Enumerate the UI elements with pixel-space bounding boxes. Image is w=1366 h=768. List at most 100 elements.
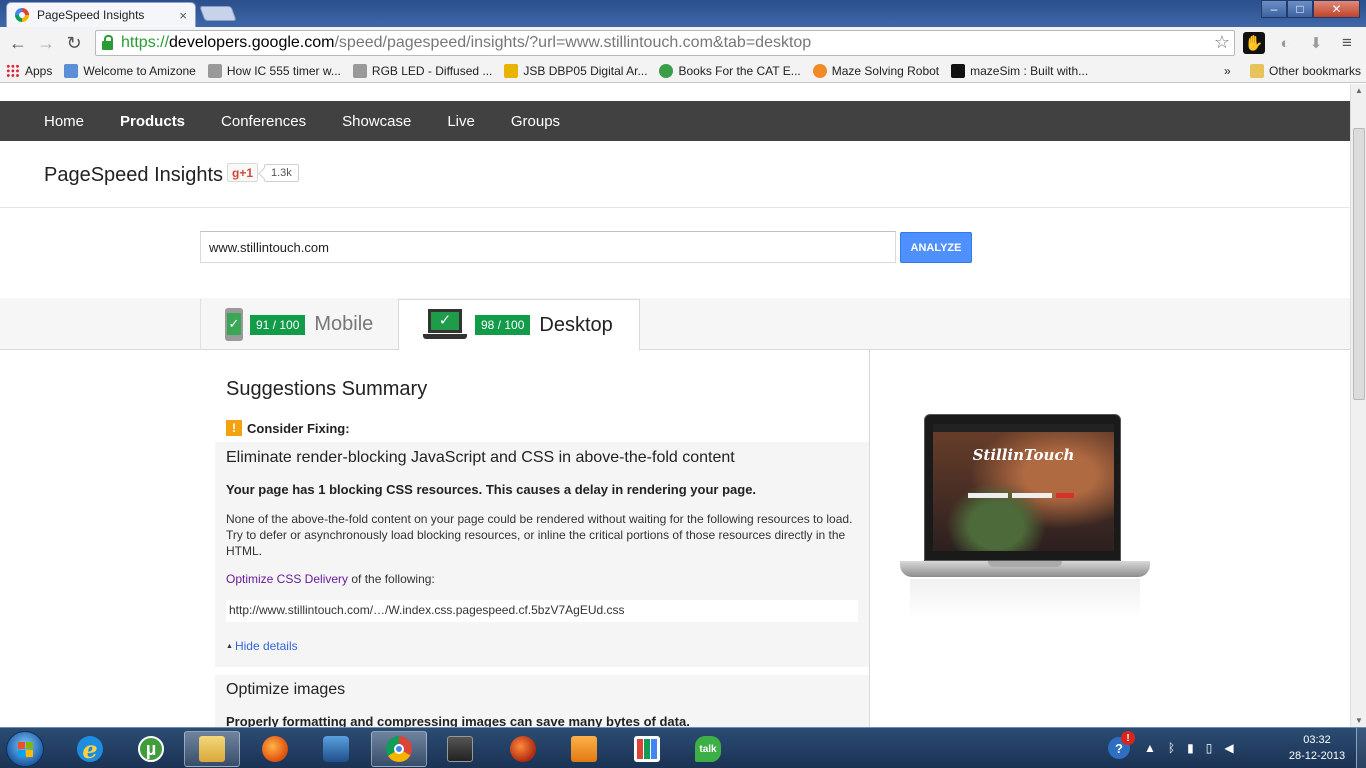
close-window-button[interactable]: ✕ <box>1313 0 1360 18</box>
pagespeed-favicon-icon <box>15 8 29 22</box>
start-button[interactable] <box>6 731 44 767</box>
analyze-button[interactable]: ANALYZE <box>900 232 972 263</box>
grid-app-icon <box>634 736 660 762</box>
url-input[interactable] <box>200 231 896 263</box>
extension-hand-icon[interactable]: ✋ <box>1243 32 1265 54</box>
gplus-button[interactable]: g+1 <box>227 163 259 182</box>
maximize-button[interactable]: □ <box>1287 0 1313 18</box>
minimize-button[interactable]: – <box>1261 0 1287 18</box>
windows-taskbar: e µ talk ?! ▲ ᛒ ▮ ▯ ◀ 03:32 28-12-2013 <box>0 727 1366 768</box>
rule-render-blocking: Eliminate render-blocking JavaScript and… <box>215 442 869 667</box>
rule-link-line: Optimize CSS Delivery of the following: <box>226 572 435 586</box>
other-bookmarks[interactable]: Other bookmarks <box>1244 60 1366 82</box>
site-screenshot: StillinTouch <box>933 424 1114 551</box>
back-button[interactable]: ← <box>4 29 32 57</box>
taskbar-ie[interactable]: e <box>62 731 118 767</box>
consider-fixing-label: Consider Fixing: <box>247 420 350 436</box>
firefox-icon <box>262 736 288 762</box>
taskbar-firefox[interactable] <box>247 731 303 767</box>
desktop-score-badge: 98 / 100 <box>475 315 531 335</box>
preview-logo: StillinTouch <box>972 446 1075 464</box>
volume-icon[interactable]: ◀ <box>1224 741 1233 755</box>
page-scrollbar[interactable]: ▲ ▼ <box>1350 84 1366 727</box>
system-clock[interactable]: 03:32 28-12-2013 <box>1282 732 1352 764</box>
mobile-tab-label: Mobile <box>314 313 374 335</box>
extension-download-icon[interactable]: ⬇ <box>1305 32 1327 54</box>
sparkfun-icon <box>352 63 367 78</box>
forward-button[interactable]: → <box>32 29 60 57</box>
nav-groups[interactable]: Groups <box>497 113 574 130</box>
clock-time: 03:32 <box>1303 734 1331 746</box>
bookmark-apps[interactable]: Apps <box>0 60 58 82</box>
chrome-menu-icon[interactable]: ≡ <box>1336 32 1358 54</box>
clock-date: 28-12-2013 <box>1288 750 1346 762</box>
apps-grid-icon <box>6 63 20 78</box>
window-app-icon <box>447 736 473 762</box>
taskbar-video-player[interactable] <box>556 731 612 767</box>
tray-expand-icon[interactable]: ▲ <box>1144 741 1156 755</box>
reload-button[interactable]: ↻ <box>60 29 88 57</box>
mobile-score-badge: 91 / 100 <box>250 314 306 335</box>
nav-home[interactable]: Home <box>30 113 98 130</box>
utorrent-icon: µ <box>138 736 164 762</box>
taskbar-grid-app[interactable] <box>619 731 675 767</box>
taskbar-media-app[interactable] <box>308 731 364 767</box>
battery-icon[interactable]: ▯ <box>1206 741 1213 755</box>
scroll-down-icon[interactable]: ▼ <box>1355 716 1363 725</box>
taskbar-gtalk[interactable]: talk <box>680 731 736 767</box>
taskbar-window-app[interactable] <box>432 731 488 767</box>
new-tab-button[interactable] <box>199 6 237 21</box>
rule-title[interactable]: Eliminate render-blocking JavaScript and… <box>226 449 735 467</box>
address-bar[interactable]: https://developers.google.com/speed/page… <box>95 30 1235 56</box>
device-tabs: 91 / 100 Mobile 98 / 100 Desktop <box>0 298 1350 351</box>
browser-toolbar: ← → ↻ https://developers.google.com/spee… <box>0 27 1366 59</box>
bookmark-books-cat[interactable]: Books For the CAT E... <box>653 60 806 82</box>
bluetooth-icon[interactable]: ᛒ <box>1168 741 1175 755</box>
scroll-thumb[interactable] <box>1353 128 1365 400</box>
nav-products[interactable]: Products <box>106 113 199 130</box>
triangle-up-icon: ▲ <box>226 642 233 650</box>
bookmark-ic555[interactable]: How IC 555 timer w... <box>202 60 347 82</box>
bookmark-rgb-led[interactable]: RGB LED - Diffused ... <box>347 60 499 82</box>
bookmarks-overflow-button[interactable]: » <box>1218 60 1237 82</box>
tray-help-icon[interactable]: ?! <box>1108 731 1135 759</box>
suggestions-summary-title: Suggestions Summary <box>226 378 428 400</box>
lock-icon <box>102 34 113 50</box>
optimize-css-delivery-link[interactable]: Optimize CSS Delivery <box>226 572 348 586</box>
tab-mobile[interactable]: 91 / 100 Mobile <box>200 299 398 350</box>
nav-conferences[interactable]: Conferences <box>207 113 320 130</box>
taskbar-chrome[interactable] <box>371 731 427 767</box>
page-title: PageSpeed Insights <box>44 164 224 186</box>
hide-details-link[interactable]: ▲ Hide details <box>226 639 298 653</box>
nav-live[interactable]: Live <box>433 113 489 130</box>
consider-fixing-heading: ! Consider Fixing: <box>226 420 350 436</box>
bookmark-star-icon[interactable]: ☆ <box>1214 32 1230 53</box>
tray-alert-icon: ! <box>1121 731 1135 745</box>
media-app-icon <box>323 736 349 762</box>
desktop-laptop-icon <box>423 309 467 341</box>
network-signal-icon[interactable]: ▮ <box>1187 741 1194 755</box>
bookmark-maze-robot[interactable]: Maze Solving Robot <box>807 60 945 82</box>
taskbar-explorer[interactable] <box>184 731 240 767</box>
bookmark-mazesim[interactable]: mazeSim : Built with... <box>945 60 1094 82</box>
scroll-up-icon[interactable]: ▲ <box>1355 86 1363 95</box>
title-bar: PageSpeed Insights × – □ ✕ <box>0 0 1366 27</box>
taskbar-app-orb[interactable] <box>495 731 551 767</box>
desktop-screenshot-preview: StillinTouch <box>900 414 1150 629</box>
chrome-icon <box>386 736 412 762</box>
bookmark-amizone[interactable]: Welcome to Amizone <box>58 60 202 82</box>
bookmark-jsb[interactable]: JSB DBP05 Digital Ar... <box>498 60 653 82</box>
url-text: https://developers.google.com/speed/page… <box>121 34 812 51</box>
browser-tab[interactable]: PageSpeed Insights × <box>6 2 196 27</box>
page-icon <box>207 63 222 78</box>
show-desktop-button[interactable] <box>1356 728 1366 768</box>
nav-showcase[interactable]: Showcase <box>328 113 425 130</box>
blocking-resource-url: http://www.stillintouch.com/…/W.index.cs… <box>226 600 858 622</box>
rule-title[interactable]: Optimize images <box>226 681 345 699</box>
instructables-icon <box>812 63 827 78</box>
extension-alien-icon[interactable]: ◐ <box>1274 32 1296 54</box>
taskbar-utorrent[interactable]: µ <box>123 731 179 767</box>
system-tray: ?! ▲ ᛒ ▮ ▯ ◀ <box>1108 728 1240 768</box>
tab-close-button[interactable]: × <box>179 8 187 23</box>
tab-desktop[interactable]: 98 / 100 Desktop <box>398 299 640 351</box>
